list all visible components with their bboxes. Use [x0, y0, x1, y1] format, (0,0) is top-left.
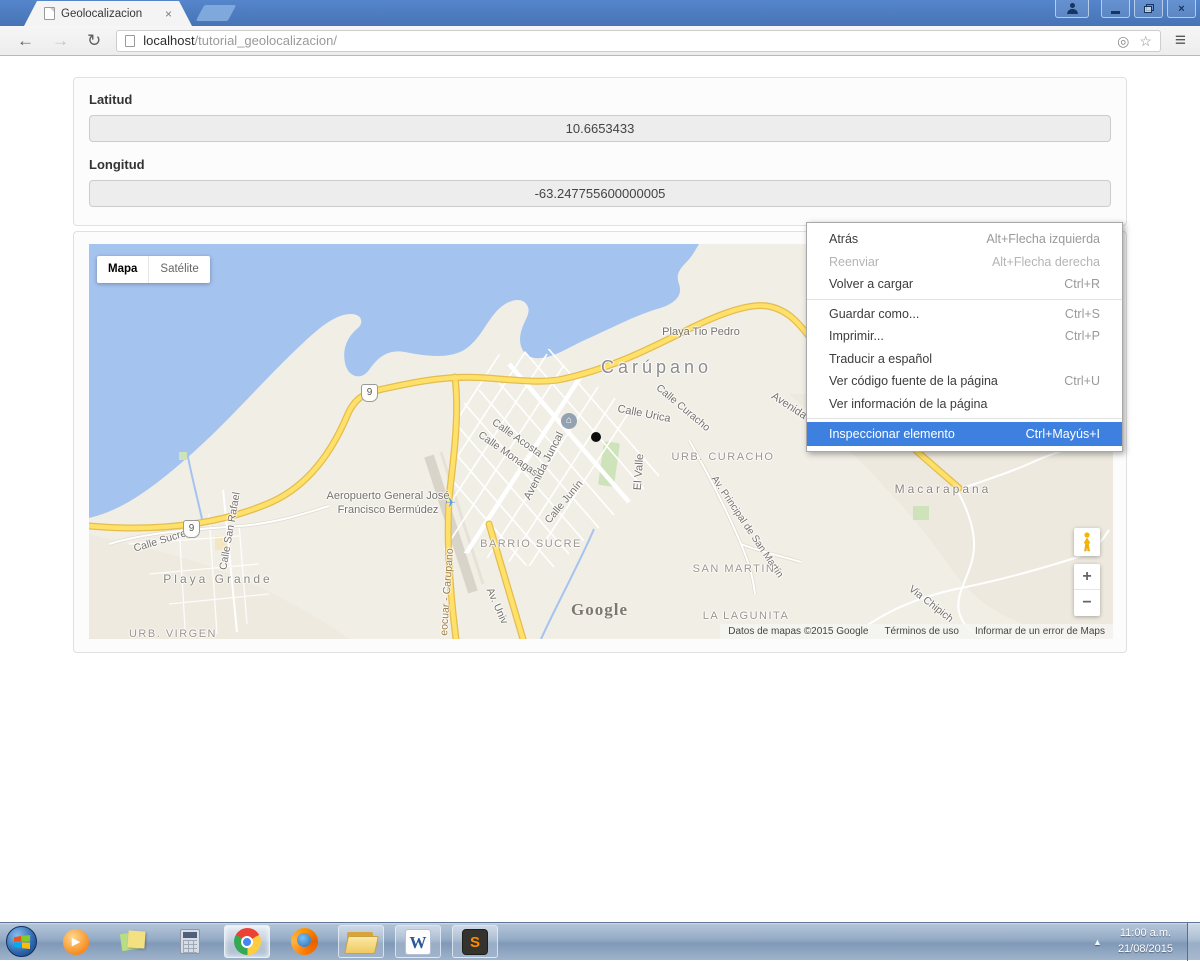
- taskbar-chrome[interactable]: [224, 925, 270, 958]
- taskbar-sticky-notes[interactable]: [110, 925, 156, 958]
- back-button[interactable]: ←: [8, 32, 43, 49]
- map-label-la-lagunita: LA LAGUNITA: [702, 610, 790, 622]
- forward-button[interactable]: →: [43, 32, 78, 49]
- menu-item-guardar-como[interactable]: Guardar como... Ctrl+S: [807, 303, 1122, 326]
- map-label-barrio-sucre: BARRIO SUCRE: [480, 538, 582, 550]
- media-player-icon: ▶: [63, 928, 89, 955]
- menu-item-imprimir[interactable]: Imprimir... Ctrl+P: [807, 325, 1122, 348]
- taskbar-windows-media-player[interactable]: ▶: [53, 925, 99, 958]
- sticky-notes-icon: [121, 930, 145, 954]
- map-label-macarapana: Macarapana: [894, 482, 992, 496]
- map-label-urb-virgen: URB. VIRGEN: [128, 628, 218, 639]
- taskbar-sublime-text[interactable]: S: [452, 925, 498, 958]
- map-label-playa-tio-pedro: Playa Tio Pedro: [662, 326, 740, 338]
- show-hidden-icons-button[interactable]: ▲: [1093, 937, 1102, 947]
- word-icon: W: [405, 928, 431, 955]
- map-attribution: Datos de mapas ©2015 Google Términos de …: [720, 624, 1113, 639]
- minimize-icon: [1111, 10, 1120, 14]
- minimize-button[interactable]: [1101, 0, 1130, 18]
- zoom-control: + −: [1074, 564, 1100, 616]
- address-bar[interactable]: localhost/tutorial_geolocalizacion/ ◎ ☆: [116, 29, 1161, 52]
- taskbar-clock[interactable]: 11:00 a.m. 21/08/2015: [1118, 926, 1173, 958]
- browser-toolbar: ← → ↻ localhost/tutorial_geolocalizacion…: [0, 26, 1200, 56]
- location-marker[interactable]: [591, 432, 601, 442]
- clock-time: 11:00 a.m.: [1119, 926, 1172, 939]
- url-text: localhost/tutorial_geolocalizacion/: [143, 33, 337, 48]
- longitude-label: Longitud: [89, 157, 145, 172]
- page-favicon-icon: [44, 7, 55, 20]
- map-label-playa-grande: Playa Grande: [163, 572, 273, 586]
- new-tab-button[interactable]: [195, 5, 237, 21]
- reload-button[interactable]: ↻: [78, 32, 110, 49]
- attribution-report-link[interactable]: Informar de un error de Maps: [975, 626, 1105, 637]
- start-button[interactable]: [6, 926, 37, 957]
- windows-taskbar: ▶ W S ▲ 11:00 a.m. 21/08/2015: [0, 922, 1200, 961]
- chrome-icon: [233, 928, 261, 955]
- titlebar: Geolocalizacion × ×: [0, 0, 1200, 26]
- bookmark-star-icon[interactable]: ☆: [1139, 34, 1152, 48]
- context-menu: Atrás Alt+Flecha izquierda Reenviar Alt+…: [806, 222, 1123, 452]
- restore-icon: [1143, 4, 1154, 13]
- close-button[interactable]: ×: [1167, 0, 1196, 18]
- menu-separator: [807, 298, 1122, 300]
- menu-item-inspeccionar-elemento[interactable]: Inspeccionar elemento Ctrl+Mayús+I: [807, 422, 1122, 446]
- geolocation-icon[interactable]: ◎: [1117, 34, 1129, 48]
- windows-logo-icon: [13, 934, 30, 949]
- map-type-control: Mapa Satélite: [97, 256, 210, 283]
- pegman-icon: [1083, 532, 1091, 552]
- clock-date: 21/08/2015: [1117, 942, 1173, 955]
- menu-item-ver-informacion[interactable]: Ver información de la página: [807, 393, 1122, 416]
- person-icon: [1066, 3, 1078, 14]
- lodging-poi-icon[interactable]: ⌂: [561, 413, 577, 429]
- attribution-terms-link[interactable]: Términos de uso: [884, 626, 958, 637]
- map-label-el-valle: El Valle: [631, 453, 647, 491]
- calculator-icon: [180, 929, 200, 954]
- taskbar-firefox[interactable]: [281, 925, 327, 958]
- firefox-icon: [290, 928, 318, 955]
- longitude-field[interactable]: -63.247755600000005: [89, 180, 1111, 207]
- zoom-out-button[interactable]: −: [1074, 590, 1100, 616]
- google-logo: Google: [571, 600, 628, 619]
- menu-item-traducir[interactable]: Traducir a español: [807, 348, 1122, 371]
- chrome-menu-button[interactable]: ≡: [1169, 31, 1192, 50]
- latitude-label: Latitud: [89, 92, 133, 107]
- page-icon: [125, 34, 136, 47]
- menu-item-atras[interactable]: Atrás Alt+Flecha izquierda: [807, 228, 1122, 251]
- taskbar-windows-explorer[interactable]: [338, 925, 384, 958]
- tab-title: Geolocalizacion: [61, 7, 143, 20]
- tab-close-icon[interactable]: ×: [165, 8, 172, 20]
- taskbar-word[interactable]: W: [395, 925, 441, 958]
- profile-button[interactable]: [1055, 0, 1089, 18]
- airport-poi-icon: ✈: [445, 495, 456, 510]
- sublime-text-icon: S: [462, 928, 488, 955]
- latitude-field[interactable]: 10.6653433: [89, 115, 1111, 142]
- coordinates-card: Latitud 10.6653433 Longitud -63.24775560…: [73, 77, 1127, 226]
- menu-item-volver-a-cargar[interactable]: Volver a cargar Ctrl+R: [807, 273, 1122, 296]
- map-label-urb-curacho: URB. CURACHO: [671, 451, 775, 463]
- map-view-button[interactable]: Mapa: [97, 256, 148, 283]
- browser-window: Geolocalizacion × × ← → ↻ localhost/tuto…: [0, 0, 1200, 922]
- browser-tab[interactable]: Geolocalizacion ×: [24, 1, 192, 26]
- taskbar-calculator[interactable]: [167, 925, 213, 958]
- route-9-shield: 9: [183, 520, 200, 538]
- restore-button[interactable]: [1134, 0, 1163, 18]
- menu-item-ver-codigo-fuente[interactable]: Ver código fuente de la página Ctrl+U: [807, 370, 1122, 393]
- attribution-data: Datos de mapas ©2015 Google: [728, 626, 869, 637]
- pegman-control[interactable]: [1074, 528, 1100, 556]
- page-content: Latitud 10.6653433 Longitud -63.24775560…: [0, 56, 1200, 922]
- menu-item-reenviar[interactable]: Reenviar Alt+Flecha derecha: [807, 251, 1122, 274]
- route-9-shield: 9: [361, 384, 378, 402]
- zoom-in-button[interactable]: +: [1074, 564, 1100, 590]
- menu-separator: [807, 418, 1122, 419]
- show-desktop-button[interactable]: [1187, 922, 1200, 961]
- map-label-carupano: Carúpano: [601, 357, 713, 377]
- map-label-san-martin: SAN MARTIN: [692, 563, 776, 575]
- satellite-view-button[interactable]: Satélite: [148, 256, 209, 283]
- folder-icon: [346, 930, 376, 953]
